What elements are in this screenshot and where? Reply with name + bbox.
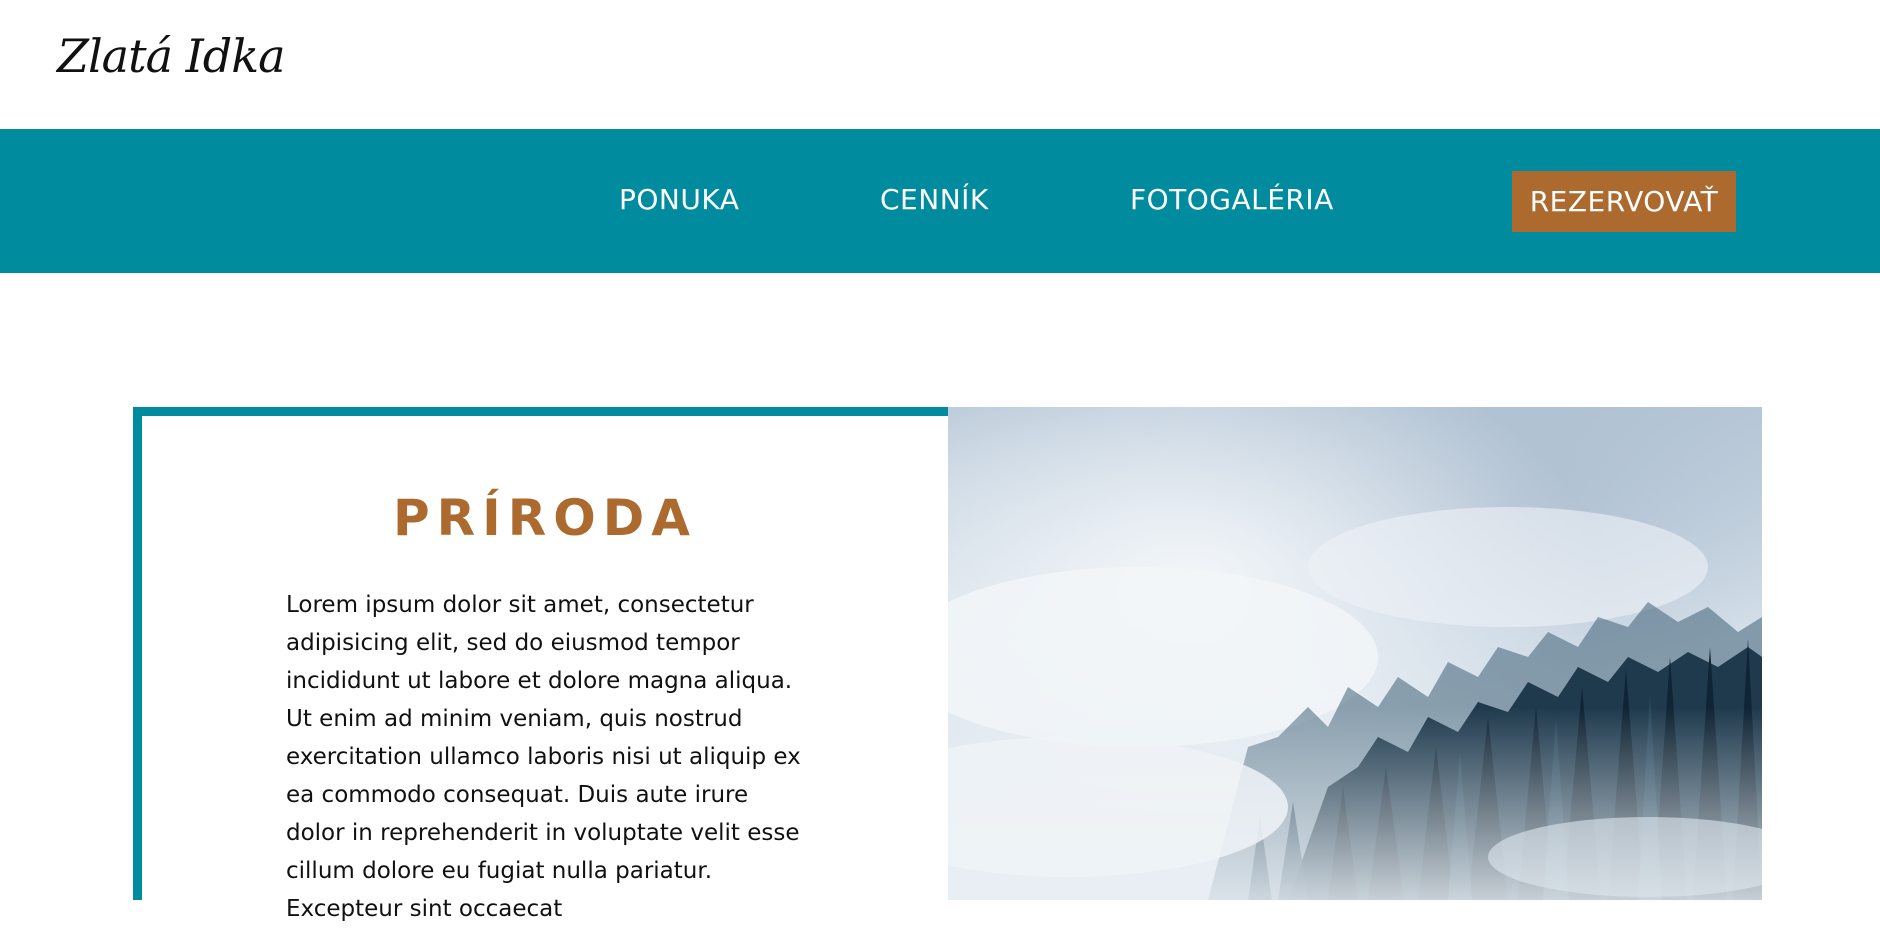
nav-item-fotogaleria[interactable]: FOTOGALÉRIA: [1130, 180, 1334, 220]
nature-card: PRÍRODA Lorem ipsum dolor sit amet, cons…: [133, 407, 948, 922]
reserve-button[interactable]: REZERVOVAŤ: [1512, 171, 1736, 232]
nav-item-ponuka[interactable]: PONUKA: [619, 180, 739, 220]
site-logo[interactable]: Zlatá Idka: [57, 28, 286, 84]
top-header: Zlatá Idka: [0, 0, 1880, 129]
nav-item-cennik[interactable]: CENNÍK: [880, 180, 989, 220]
section-body: Lorem ipsum dolor sit amet, consectetur …: [286, 592, 801, 922]
section-title: PRÍRODA: [393, 489, 697, 547]
main-navbar: PONUKA CENNÍK FOTOGALÉRIA REZERVOVAŤ: [0, 129, 1880, 273]
misty-forest-image: [948, 407, 1762, 900]
